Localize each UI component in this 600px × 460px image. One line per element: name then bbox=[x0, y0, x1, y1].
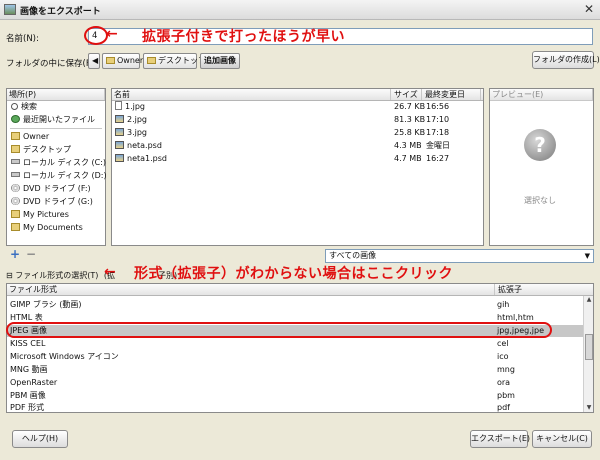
folder-icon bbox=[147, 57, 156, 64]
breadcrumb-desktop[interactable]: デスクトップ bbox=[143, 53, 206, 69]
dvd-icon bbox=[11, 197, 20, 205]
create-folder-button[interactable]: フォルダの作成(L) bbox=[532, 51, 600, 69]
file-type-row[interactable]: MNG 動画 mng bbox=[7, 364, 583, 376]
add-place-icon[interactable]: + bbox=[10, 247, 20, 261]
scroll-up-icon[interactable]: ▲ bbox=[585, 296, 593, 304]
file-type-scrollbar[interactable]: ▲ ▼ bbox=[583, 296, 593, 412]
folder-icon bbox=[11, 145, 20, 153]
file-type-row[interactable]: GIMP ブラシ (動画) gih bbox=[7, 299, 583, 311]
file-type-row[interactable]: KISS CEL cel bbox=[7, 338, 583, 350]
file-type-row[interactable]: PBM 画像 pbm bbox=[7, 390, 583, 402]
place-desktop[interactable]: デスクトップ bbox=[11, 144, 71, 156]
remove-place-icon[interactable]: − bbox=[26, 247, 36, 261]
breadcrumb-back-button[interactable]: ◀ bbox=[88, 53, 100, 69]
no-selection-text: 選択なし bbox=[524, 196, 556, 205]
column-file-type[interactable]: ファイル形式 bbox=[7, 284, 495, 295]
places-panel: 場所(P) 検索 最近開いたファイル Owner デスクトップ ローカル ディス… bbox=[6, 88, 107, 246]
file-row[interactable]: 3.jpg 25.8 KB 17:18 bbox=[112, 127, 483, 139]
file-type-expander[interactable]: ⊟ ファイル形式の選択(T) (拡 bbox=[6, 270, 115, 281]
annotation-top: 拡張子付きで打ったほうが早い bbox=[142, 29, 345, 45]
file-row[interactable]: 1.jpg 26.7 KB 16:56 bbox=[112, 101, 483, 113]
file-type-row[interactable]: Microsoft Windows アイコン ico bbox=[7, 351, 583, 363]
file-type-row[interactable]: PDF 形式 pdf bbox=[7, 402, 583, 412]
place-dvd-g[interactable]: DVD ドライブ (G:) bbox=[11, 196, 93, 208]
places-divider bbox=[10, 128, 102, 129]
drive-icon bbox=[11, 172, 20, 177]
breadcrumb-current-folder[interactable]: 追加画像 bbox=[200, 53, 240, 69]
file-type-list: ファイル形式 拡張子 GIMP ブラシ (動画) gih HTML 表 html,h… bbox=[6, 283, 594, 413]
place-drive-c[interactable]: ローカル ディスク (C:) bbox=[11, 157, 106, 169]
file-type-header: ファイル形式 拡張子 bbox=[7, 284, 593, 296]
file-row[interactable]: neta.psd 4.3 MB 金曜日 bbox=[112, 140, 483, 152]
image-file-icon bbox=[115, 128, 124, 136]
scroll-down-icon[interactable]: ▼ bbox=[585, 404, 593, 412]
annotation-arrow-top: ← bbox=[106, 26, 118, 42]
close-icon[interactable]: ✕ bbox=[584, 2, 594, 16]
image-file-icon bbox=[115, 154, 124, 162]
place-owner[interactable]: Owner bbox=[11, 131, 49, 143]
cancel-button[interactable]: キャンセル(C) bbox=[532, 430, 592, 448]
annotation-arrow-middle: ← bbox=[104, 264, 116, 280]
save-in-label: フォルダの中に保存(F): bbox=[6, 59, 97, 69]
folder-icon bbox=[11, 132, 20, 140]
image-file-icon bbox=[115, 141, 124, 149]
preview-panel: プレビュー(E) ? 選択なし bbox=[489, 88, 594, 246]
file-row[interactable]: 2.jpg 81.3 KB 17:10 bbox=[112, 114, 483, 126]
file-row[interactable]: neta1.psd 4.7 MB 16:27 bbox=[112, 153, 483, 165]
place-my-pictures[interactable]: My Pictures bbox=[11, 209, 69, 221]
file-icon bbox=[115, 101, 122, 110]
folder-icon bbox=[11, 210, 20, 218]
column-name[interactable]: 名前 bbox=[112, 89, 391, 100]
dvd-icon bbox=[11, 184, 20, 192]
jpeg-highlight-outline bbox=[6, 322, 552, 338]
search-icon bbox=[11, 103, 18, 110]
place-drive-d[interactable]: ローカル ディスク (D:) bbox=[11, 170, 107, 182]
column-extension[interactable]: 拡張子 bbox=[496, 284, 582, 295]
title-bar: 画像をエクスポート ✕ bbox=[0, 0, 600, 20]
gimp-app-icon bbox=[4, 4, 16, 15]
places-header[interactable]: 場所(P) bbox=[7, 89, 105, 101]
help-button[interactable]: ヘルプ(H) bbox=[12, 430, 68, 448]
image-filter-select[interactable]: すべての画像 ▼ bbox=[325, 249, 594, 263]
place-recent[interactable]: 最近開いたファイル bbox=[11, 114, 95, 126]
annotation-middle: 形式（拡張子）がわからない場合はここクリック bbox=[134, 266, 453, 282]
folder-icon bbox=[11, 223, 20, 231]
chevron-down-icon: ▼ bbox=[584, 252, 590, 260]
image-file-icon bbox=[115, 115, 124, 123]
file-type-row[interactable]: OpenRaster ora bbox=[7, 377, 583, 389]
file-list-header: 名前 サイズ 最終変更日 bbox=[112, 89, 483, 101]
name-label: 名前(N): bbox=[6, 34, 39, 44]
no-preview-icon: ? bbox=[524, 129, 556, 161]
export-button[interactable]: エクスポート(E) bbox=[470, 430, 530, 448]
place-dvd-f[interactable]: DVD ドライブ (F:) bbox=[11, 183, 91, 195]
drive-icon bbox=[11, 159, 20, 164]
preview-header[interactable]: プレビュー(E) bbox=[490, 89, 593, 101]
file-list: 名前 サイズ 最終変更日 1.jpg 26.7 KB 16:56 2.jpg 8… bbox=[111, 88, 484, 246]
place-my-documents[interactable]: My Documents bbox=[11, 222, 83, 234]
window-title: 画像をエクスポート bbox=[20, 7, 101, 17]
scrollbar-thumb[interactable] bbox=[585, 334, 593, 360]
column-size[interactable]: サイズ bbox=[392, 89, 422, 100]
breadcrumb-owner[interactable]: Owner bbox=[102, 53, 143, 69]
name-highlight-circle bbox=[84, 26, 108, 45]
back-arrow-icon: ◀ bbox=[92, 56, 99, 65]
place-search[interactable]: 検索 bbox=[11, 101, 37, 113]
recent-icon bbox=[11, 115, 20, 123]
folder-icon bbox=[106, 57, 115, 64]
column-modified[interactable]: 最終変更日 bbox=[423, 89, 481, 100]
